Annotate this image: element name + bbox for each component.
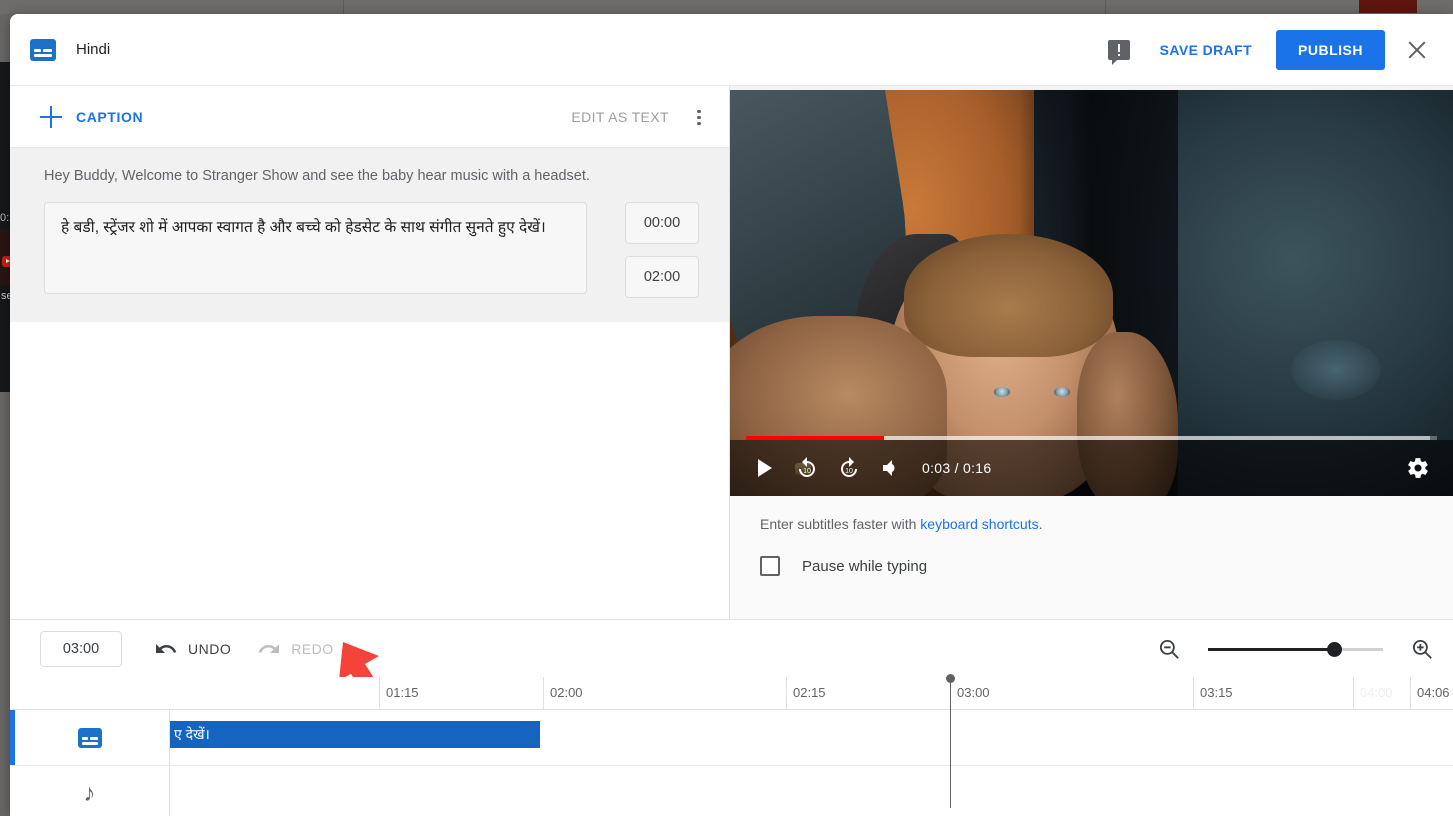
timeline-tracks: ए देखें। ♪ bbox=[10, 710, 1453, 816]
video-time-display: 0:03 / 0:16 bbox=[922, 460, 992, 476]
timeline-time-input[interactable] bbox=[40, 630, 122, 667]
timeline-tick: 04:06 bbox=[1410, 677, 1450, 710]
caption-list-empty-area bbox=[10, 322, 729, 724]
volume-icon[interactable] bbox=[870, 447, 912, 489]
track-lane[interactable] bbox=[170, 766, 1453, 816]
cue-end-time-input[interactable] bbox=[625, 256, 699, 298]
timeline-area: 01:15 02:00 02:15 03:00 03:15 04:00 04:06 ए दे… bbox=[10, 674, 1453, 816]
cue-time-controls bbox=[625, 202, 699, 298]
rewind-10-icon[interactable]: 10 bbox=[786, 447, 828, 489]
undo-button[interactable]: UNDO bbox=[154, 637, 231, 661]
settings-gear-icon[interactable] bbox=[1397, 447, 1439, 489]
feedback-icon[interactable] bbox=[1107, 39, 1130, 65]
timeline-tick: 01:15 bbox=[379, 677, 419, 710]
timeline-toolbar: UNDO REDO bbox=[10, 619, 1453, 677]
timeline-tick-label: 01:15 bbox=[386, 685, 419, 700]
caption-editor-dialog: Hindi SAVE DRAFT PUBLISH CAPTION EDIT AS… bbox=[10, 14, 1453, 816]
video-player[interactable]: 10 10 0:03 / 0:16 bbox=[730, 86, 1453, 496]
undo-arrow-icon bbox=[156, 643, 177, 653]
timeline-tick-label: 04:00 bbox=[1360, 685, 1393, 700]
edit-as-text-button[interactable]: EDIT AS TEXT bbox=[563, 101, 677, 133]
timeline-ruler[interactable]: 01:15 02:00 02:15 03:00 03:15 04:00 04:06 bbox=[10, 677, 1453, 710]
undo-label: UNDO bbox=[188, 640, 232, 657]
zoom-out-icon[interactable] bbox=[1156, 636, 1182, 662]
shortcuts-note-suffix: . bbox=[1038, 516, 1043, 532]
video-frame-image bbox=[730, 86, 1453, 496]
caption-toolbar: CAPTION EDIT AS TEXT bbox=[10, 86, 729, 148]
timeline-tick-label: 02:15 bbox=[793, 685, 826, 700]
timeline-zoom-controls bbox=[1156, 636, 1435, 662]
shortcuts-note-prefix: Enter subtitles faster with bbox=[760, 516, 921, 532]
close-icon[interactable] bbox=[1395, 28, 1439, 72]
add-caption-button[interactable]: CAPTION bbox=[40, 105, 144, 128]
svg-text:10: 10 bbox=[803, 468, 811, 475]
timeline-cue-bar[interactable]: ए देखें। bbox=[170, 721, 540, 748]
caption-list-pane: CAPTION EDIT AS TEXT Hey Buddy, Welcome … bbox=[10, 86, 730, 724]
track-header: ♪ bbox=[10, 766, 170, 816]
timeline-tick: 02:15 bbox=[786, 677, 826, 710]
pause-while-typing-row[interactable]: Pause while typing bbox=[730, 532, 1453, 576]
video-played-bar bbox=[746, 436, 885, 440]
timeline-tick-label: 03:15 bbox=[1200, 685, 1233, 700]
caption-cue-editor: Hey Buddy, Welcome to Stranger Show and … bbox=[10, 148, 729, 322]
timeline-tick-label: 02:00 bbox=[550, 685, 583, 700]
timeline-tick: 03:15 bbox=[1193, 677, 1233, 710]
video-preview-pane: 10 10 0:03 / 0:16 Enter subtitles faster… bbox=[730, 86, 1453, 619]
publish-button[interactable]: PUBLISH bbox=[1276, 29, 1385, 70]
timeline-tick-label: 04:06 bbox=[1417, 685, 1450, 700]
dialog-body: CAPTION EDIT AS TEXT Hey Buddy, Welcome … bbox=[10, 86, 1453, 724]
redo-button[interactable]: REDO bbox=[257, 637, 333, 661]
timeline-tick: 04:00 bbox=[1353, 677, 1393, 710]
plus-icon bbox=[40, 105, 62, 128]
kebab-menu-icon[interactable] bbox=[681, 100, 715, 134]
audio-track[interactable]: ♪ bbox=[10, 766, 1453, 816]
backdrop-red-button bbox=[1359, 0, 1417, 13]
video-controls: 10 10 0:03 / 0:16 bbox=[730, 436, 1453, 496]
keyboard-shortcuts-link[interactable]: keyboard shortcuts bbox=[920, 516, 1038, 532]
svg-text:10: 10 bbox=[845, 468, 853, 475]
backdrop-text-fragment: 0: bbox=[0, 212, 10, 224]
backdrop-topbar bbox=[0, 0, 1453, 14]
timeline-playhead[interactable] bbox=[946, 674, 955, 808]
add-caption-label: CAPTION bbox=[76, 108, 144, 125]
caption-track[interactable]: ए देखें। bbox=[10, 710, 1453, 766]
forward-10-icon[interactable]: 10 bbox=[828, 447, 870, 489]
track-lane[interactable]: ए देखें। bbox=[170, 710, 1453, 765]
play-icon[interactable] bbox=[744, 447, 786, 489]
source-text: Hey Buddy, Welcome to Stranger Show and … bbox=[44, 168, 590, 184]
music-note-icon: ♪ bbox=[83, 779, 96, 807]
save-draft-button[interactable]: SAVE DRAFT bbox=[1152, 34, 1260, 66]
subtitles-icon bbox=[30, 38, 56, 61]
language-title: Hindi bbox=[76, 41, 111, 58]
track-header bbox=[10, 710, 170, 765]
pause-while-typing-label: Pause while typing bbox=[802, 557, 928, 575]
zoom-in-icon[interactable] bbox=[1409, 636, 1435, 662]
redo-label: REDO bbox=[291, 640, 334, 657]
pause-while-typing-checkbox[interactable] bbox=[760, 556, 780, 576]
dialog-header: Hindi SAVE DRAFT PUBLISH bbox=[10, 14, 1453, 86]
backdrop-divider bbox=[343, 0, 344, 14]
video-progress-bar[interactable] bbox=[746, 436, 1437, 440]
timeline-tick: 02:00 bbox=[543, 677, 583, 710]
keyboard-shortcuts-note: Enter subtitles faster with keyboard sho… bbox=[730, 496, 1453, 532]
zoom-slider-thumb[interactable] bbox=[1327, 641, 1342, 657]
subtitles-track-icon bbox=[77, 727, 102, 748]
caption-text-input[interactable]: हे बडी, स्ट्रेंजर शो में आपका स्वागत है … bbox=[44, 202, 587, 294]
redo-arrow-icon bbox=[258, 643, 280, 653]
cue-start-time-input[interactable] bbox=[625, 202, 699, 244]
timeline-zoom-slider[interactable] bbox=[1208, 639, 1383, 659]
timeline-tick-label: 03:00 bbox=[957, 685, 990, 700]
backdrop-divider bbox=[1105, 0, 1106, 14]
